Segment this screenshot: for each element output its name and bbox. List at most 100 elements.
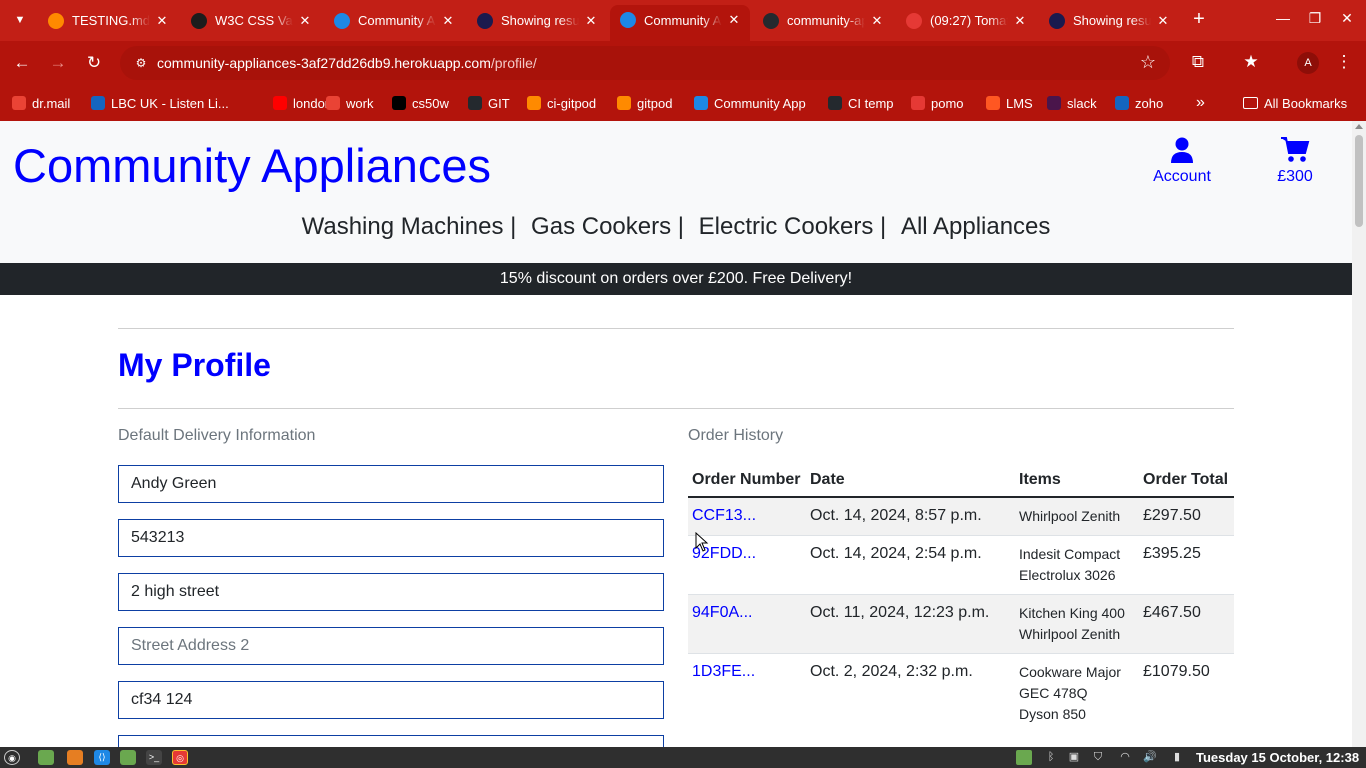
community-app-icon [620,12,636,28]
order-number-link[interactable]: 1D3FE... [692,663,755,680]
column-header: Items [1015,463,1139,498]
forward-arrow-icon[interactable]: → [46,51,70,75]
table-header-row: Order Number Date Items Order Total [688,463,1234,498]
bookmark-item[interactable]: slack [1047,93,1097,113]
chrome-icon[interactable]: ◎ [172,750,188,765]
order-item: Kitchen King 400 [1019,605,1125,621]
terminal-icon[interactable]: >_ [146,750,162,765]
bookmark-item[interactable]: zoho [1115,93,1163,113]
show-desktop-icon[interactable] [38,750,54,765]
nav-washing-machines[interactable]: Washing Machines | [302,213,517,240]
lbc-icon [91,96,105,110]
bookmarks-star-icon[interactable]: ★ [1240,52,1262,72]
browser-tab[interactable]: W3C CSS Validator ✕ [181,6,321,35]
close-tab-icon[interactable]: ✕ [726,12,742,28]
nav-electric-cookers[interactable]: Electric Cookers | [699,213,887,240]
bookmark-item[interactable]: CI temp [828,93,894,113]
bookmark-item[interactable]: gitpod [617,93,672,113]
profile-avatar[interactable]: A [1297,52,1319,74]
tab-title: Community Appliances [644,12,722,28]
close-tab-icon[interactable]: ✕ [869,13,885,29]
volume-icon[interactable]: 🔊 [1142,750,1158,765]
tab-title: TESTING.md [72,13,150,28]
browser-tab[interactable]: (09:27) Tomato ✕ [896,6,1036,35]
bookmark-item[interactable]: LBC UK - Listen Li... [91,93,229,113]
all-bookmarks[interactable]: All Bookmarks [1243,93,1347,113]
tray-files-icon[interactable] [1016,750,1032,765]
battery-icon[interactable]: ▮ [1169,750,1185,765]
browser-menu-icon[interactable]: ⋮ [1333,52,1355,72]
shield-icon[interactable]: ⛉ [1090,750,1106,765]
close-tab-icon[interactable]: ✕ [583,13,599,29]
next-field[interactable] [118,735,664,747]
scroll-thumb[interactable] [1355,135,1363,227]
browser-tab-bar: ▼ TESTING.md✕W3C CSS Validator✕Community… [0,0,1366,41]
address-url[interactable]: community-appliances-3af27dd26db9.heroku… [157,55,537,71]
clock[interactable]: Tuesday 15 October, 12:38 [1196,750,1359,765]
github-icon [468,96,482,110]
bookmark-star-icon[interactable]: ☆ [1140,52,1156,73]
bookmark-item[interactable]: ci-gitpod [527,93,596,113]
github-icon [828,96,842,110]
browser-tab[interactable]: TESTING.md ✕ [38,6,178,35]
back-arrow-icon[interactable]: ← [10,51,34,75]
bookmark-label: ci-gitpod [547,95,597,111]
extensions-puzzle-icon[interactable]: ⧉ [1187,52,1209,72]
firefox-icon[interactable] [67,750,83,765]
site-logo[interactable]: Community Appliances [13,138,491,193]
bookmark-label: Community App [714,95,806,111]
close-tab-icon[interactable]: ✕ [1155,13,1171,29]
site-info-icon[interactable]: ⚙ [132,54,150,72]
new-tab-plus-icon[interactable]: + [1188,9,1210,31]
bookmark-label: gitpod [637,95,673,111]
bookmark-item[interactable]: GIT [468,93,510,113]
close-tab-icon[interactable]: ✕ [297,13,313,29]
order-number-link[interactable]: CCF13... [692,507,756,524]
street-address-1-field[interactable] [118,573,664,611]
account-link[interactable]: Account [1142,136,1222,186]
reload-icon[interactable]: ↻ [82,51,106,75]
browser-tab[interactable]: community-appliances ✕ [753,6,893,35]
address-bar[interactable]: ⚙ community-appliances-3af27dd26db9.hero… [120,46,1170,80]
bookmark-item[interactable]: dr.mail [12,93,70,113]
tab-search-chevron-icon[interactable]: ▼ [8,9,32,31]
browser-tab[interactable]: Showing results ✕ [467,6,607,35]
minimize-icon[interactable]: — [1273,10,1293,26]
street-address-2-field[interactable] [118,627,664,665]
more-bookmarks-icon[interactable]: » [1196,93,1205,113]
bluetooth-icon[interactable]: ᛒ [1043,750,1059,765]
browser-tab[interactable]: Community Appliances✕ [324,6,464,35]
close-tab-icon[interactable]: ✕ [440,13,456,29]
order-item: Dyson 850 [1019,706,1086,722]
bookmark-item[interactable]: Community App [694,93,806,113]
postcode-field[interactable] [118,681,664,719]
nav-gas-cookers[interactable]: Gas Cookers | [531,213,684,240]
order-item: Indesit Compact [1019,546,1121,562]
full-name-field[interactable] [118,465,664,503]
order-items-cell: Whirlpool Zenith [1015,496,1139,536]
nav-all-appliances[interactable]: All Appliances [901,213,1050,240]
close-tab-icon[interactable]: ✕ [1012,13,1028,29]
close-window-icon[interactable]: ✕ [1337,10,1357,27]
bookmark-item[interactable]: work [326,93,373,113]
scroll-up-arrow-icon[interactable] [1355,124,1363,129]
basket-link[interactable]: £300 [1255,136,1335,186]
order-number-link[interactable]: 94F0A... [692,604,752,621]
bookmark-item[interactable]: london [273,93,332,113]
bookmark-item[interactable]: cs50w [392,93,449,113]
browser-tab[interactable]: Showing results ✕ [1039,6,1179,35]
bookmark-item[interactable]: LMS [986,93,1033,113]
page-scrollbar[interactable] [1352,121,1366,747]
gitpod-icon [617,96,631,110]
bookmark-item[interactable]: pomo [911,93,964,113]
clipboard-icon[interactable]: ▣ [1066,750,1082,765]
browser-tab[interactable]: Community Appliances✕ [610,5,750,41]
restore-icon[interactable]: ❐ [1305,10,1325,27]
start-menu-icon[interactable]: ◉ [4,750,20,765]
phone-number-field[interactable] [118,519,664,557]
files-icon[interactable] [120,750,136,765]
gmail-icon [12,96,26,110]
close-tab-icon[interactable]: ✕ [154,13,170,29]
vscode-icon[interactable]: ⟨⟩ [94,750,110,765]
wifi-icon[interactable]: ◠ [1117,750,1133,765]
